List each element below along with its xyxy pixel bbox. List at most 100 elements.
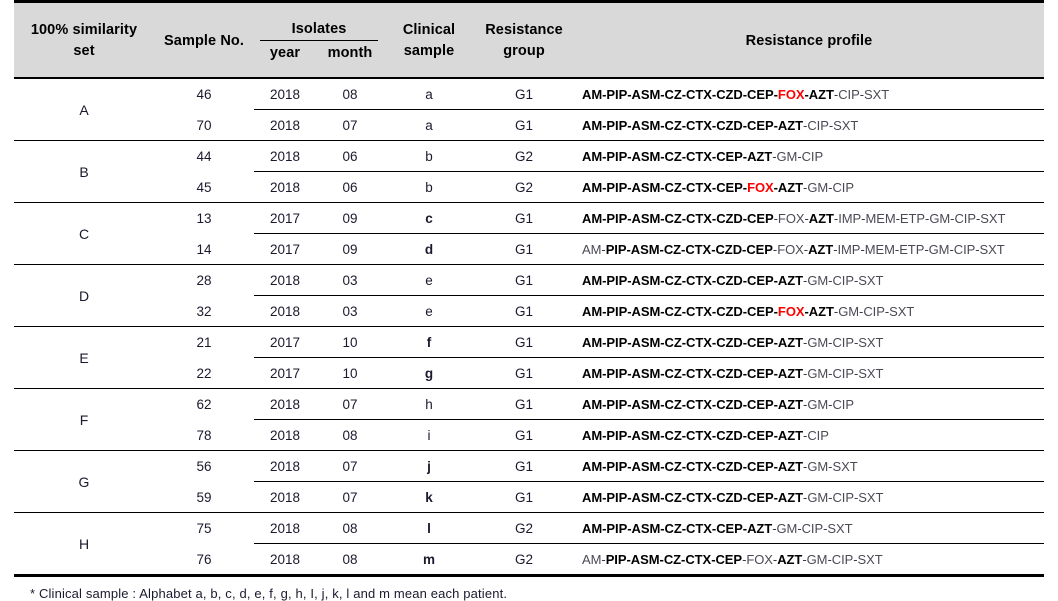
isolate-year-cell: 2017	[269, 365, 301, 381]
profile-token: AZT	[777, 551, 803, 567]
profile-token: AM	[582, 272, 603, 288]
profile-token: CEP	[747, 86, 774, 102]
profile-token: CZD	[716, 272, 743, 288]
profile-token: CZ	[664, 303, 682, 319]
resistance-group-cell: G1	[514, 303, 533, 319]
resistance-group-label-line1: Resistance	[485, 21, 563, 38]
profile-token: CZ	[664, 272, 682, 288]
profile-token: AM	[582, 551, 602, 567]
profile-token: CEP	[747, 365, 774, 381]
profile-token: CTX	[685, 241, 712, 257]
isolate-month-cell: 07	[342, 458, 358, 474]
profile-token: AM	[582, 520, 603, 536]
resistance-profile-cell: AM-PIP-ASM-CZ-CTX-CEP-FOX-AZT-GM-CIP-SXT	[574, 544, 1044, 574]
profile-token: CTX	[686, 365, 712, 381]
resistance-group-label-line2: group	[503, 43, 545, 59]
profile-token: CIP	[953, 241, 976, 257]
table-row: 78 2018 08 i G1 AM-PIP-ASM-CZ-CTX-CZD-CEP-AZT…	[14, 420, 1044, 450]
resistance-profile-table-figure: 100% similarity set Sample No. Isolates …	[0, 0, 1058, 601]
resistance-profile-cell: AM-PIP-ASM-CZ-CTX-CZD-CEP-AZT-GM-CIP-SXT	[574, 358, 1044, 388]
profile-token: CZD	[716, 303, 743, 319]
isolate-year-cell: 2018	[269, 520, 301, 536]
profile-token: SXT	[827, 520, 853, 536]
table-row: 76 2018 08 m G2 AM-PIP-ASM-CZ-CTX-CEP-FOX-AZT…	[14, 544, 1044, 574]
profile-token: GM	[929, 210, 951, 226]
resistance-group-cell: G2	[514, 148, 533, 164]
isolate-month-cell: 06	[342, 148, 358, 164]
profile-token: CEP	[715, 551, 743, 567]
profile-token: ASM	[631, 272, 661, 288]
table-row: 22 2017 10 g G1 AM-PIP-ASM-CZ-CTX-CZD-CEP-AZT…	[14, 358, 1044, 388]
profile-token: CIP	[832, 334, 854, 350]
clinical-sample-cell: d	[384, 234, 474, 264]
resistance-group-cell: G2	[514, 520, 533, 536]
profile-token: CEP	[747, 272, 774, 288]
clinical-sample-value: k	[425, 489, 433, 505]
profile-token: CZD	[716, 86, 743, 102]
resistance-group-cell: G1	[514, 396, 533, 412]
profile-token: FOX	[777, 241, 804, 257]
table-row: H 75 2018 08 l G2 AM-PIP-ASM-CZ-CTX-CEP-AZT-GM…	[14, 513, 1044, 552]
isolate-year-cell: 2017	[269, 241, 301, 257]
isolate-month-cell: 03	[342, 303, 358, 319]
profile-token: FOX	[747, 179, 774, 195]
isolate-month-cell: 10	[342, 365, 358, 381]
clinical-sample-cell: c	[384, 203, 474, 233]
profile-token: AM	[582, 458, 603, 474]
profile-token: AZT	[777, 179, 804, 195]
profile-token: SXT	[858, 489, 884, 505]
isolates-group-rule	[260, 40, 378, 41]
isolate-year-cell: 2017	[269, 334, 301, 350]
profile-token: SXT	[833, 117, 859, 133]
profile-token: AZT	[808, 86, 834, 102]
profile-token: CTX	[686, 272, 712, 288]
profile-token: CIP	[832, 365, 854, 381]
profile-token: AM	[582, 396, 603, 412]
resistance-group-cell: G1	[514, 458, 533, 474]
sample-no-cell: 13	[196, 210, 212, 226]
profile-token: GM	[806, 551, 828, 567]
column-header-resistance-profile: Resistance profile	[574, 3, 1044, 79]
sample-no-cell: 22	[196, 365, 212, 381]
profile-token: CZ	[664, 86, 682, 102]
sample-no-cell: 28	[196, 272, 212, 288]
profile-token: CZD	[716, 489, 743, 505]
profile-token: GM	[807, 272, 829, 288]
profile-token: AM	[582, 427, 603, 443]
clinical-sample-cell: e	[384, 265, 474, 295]
profile-token: CEP	[716, 520, 743, 536]
profile-token: CIP	[807, 427, 829, 443]
clinical-sample-cell: a	[384, 79, 474, 109]
isolate-month-cell: 09	[342, 210, 358, 226]
profile-token: ASM	[631, 489, 661, 505]
profile-token: CEP	[747, 303, 774, 319]
resistance-group-cell: G1	[514, 334, 533, 350]
profile-token: AZT	[777, 365, 804, 381]
profile-token: PIP	[606, 179, 628, 195]
profile-token: MEM	[864, 241, 895, 257]
profile-token: CEP	[747, 427, 774, 443]
resistance-profile-cell: AM-PIP-ASM-CZ-CTX-CZD-CEP-FOX-AZT-GM-CIP…	[574, 296, 1044, 326]
isolate-year-cell: 2018	[269, 272, 301, 288]
sample-no-cell: 76	[196, 551, 212, 567]
table-row: 45 2018 06 b G2 AM-PIP-ASM-CZ-CTX-CEP-FOX-AZT…	[14, 172, 1044, 202]
isolate-month-cell: 07	[342, 396, 358, 412]
profile-token: CTX	[686, 489, 712, 505]
profile-token: ASM	[630, 241, 660, 257]
profile-token: FOX	[777, 86, 805, 102]
resistance-group-cell: G1	[514, 86, 533, 102]
profile-token: AZT	[747, 148, 773, 164]
isolate-year-cell: 2018	[269, 458, 301, 474]
resistance-profile-cell: AM-PIP-ASM-CZ-CTX-CZD-CEP-AZT-GM-SXT	[574, 451, 1044, 481]
similarity-set-label-line1: 100% similarity	[30, 21, 138, 38]
profile-token: CZ	[664, 520, 682, 536]
profile-token: AZT	[808, 303, 834, 319]
isolate-year-cell: 2018	[269, 117, 301, 133]
table-header: 100% similarity set Sample No. Isolates …	[14, 3, 1044, 79]
profile-token: SXT	[858, 272, 884, 288]
profile-token: AZT	[808, 210, 834, 226]
profile-token: PIP	[606, 334, 628, 350]
profile-token: CZD	[716, 334, 743, 350]
similarity-set-cell: C	[78, 225, 90, 242]
isolate-month-cell: 09	[342, 241, 358, 257]
